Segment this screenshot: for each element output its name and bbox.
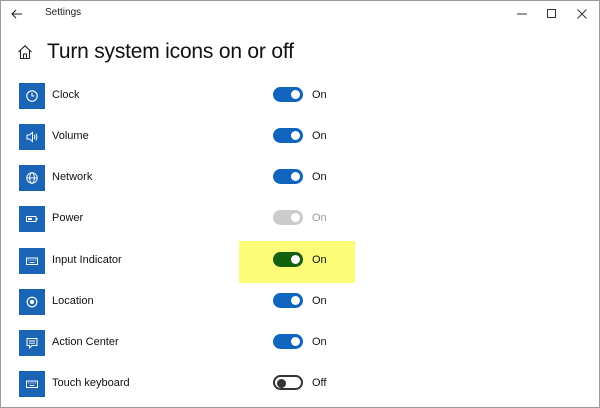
keyboard-icon (19, 248, 45, 274)
toggle-state: On (312, 130, 327, 142)
back-button[interactable] (1, 1, 33, 27)
input-indicator-toggle[interactable] (273, 252, 303, 267)
location-toggle[interactable] (273, 293, 303, 308)
toggle-state: Off (312, 377, 327, 389)
item-label: Input Indicator (52, 254, 122, 266)
close-button[interactable] (565, 1, 599, 27)
item-label: Volume (52, 130, 89, 142)
action-center-icon (19, 330, 45, 356)
minimize-button[interactable] (505, 1, 539, 27)
minimize-icon (517, 13, 527, 15)
network-globe-icon (19, 165, 45, 191)
maximize-icon (547, 9, 556, 18)
close-icon (577, 9, 587, 19)
toggle-state: On (312, 295, 327, 307)
item-label: Clock (52, 89, 80, 101)
list-item-clock: Clock On (19, 83, 439, 113)
touch-keyboard-toggle[interactable] (273, 375, 303, 390)
item-label: Power (52, 212, 84, 224)
touch-keyboard-icon (19, 371, 45, 397)
back-arrow-icon (11, 9, 22, 19)
settings-window: Settings Turn system icons on or off Clo… (0, 0, 600, 408)
battery-icon (19, 206, 45, 232)
page-title: Turn system icons on or off (47, 40, 294, 63)
toggle-state: On (312, 171, 327, 183)
volume-toggle[interactable] (273, 128, 303, 143)
clock-icon (19, 83, 45, 109)
home-icon[interactable] (17, 44, 33, 60)
list-item-volume: Volume On (19, 124, 439, 154)
item-label: Network (52, 171, 93, 183)
window-title: Settings (45, 7, 82, 18)
volume-icon (19, 124, 45, 150)
network-toggle[interactable] (273, 169, 303, 184)
item-label: Action Center (52, 336, 119, 348)
page-header: Turn system icons on or off (17, 37, 294, 67)
list-item-location: Location On (19, 289, 439, 319)
location-icon (19, 289, 45, 315)
item-label: Touch keyboard (52, 377, 130, 389)
list-item-power: Power On (19, 206, 439, 236)
list-item-touch-keyboard: Touch keyboard Off (19, 371, 439, 401)
item-label: Location (52, 295, 94, 307)
action-center-toggle[interactable] (273, 334, 303, 349)
toggle-state: On (312, 336, 327, 348)
toggle-state: On (312, 254, 327, 266)
list-item-input-indicator: Input Indicator On (19, 248, 439, 278)
toggle-state: On (312, 212, 327, 224)
clock-toggle[interactable] (273, 87, 303, 102)
list-item-network: Network On (19, 165, 439, 195)
maximize-button[interactable] (535, 1, 569, 27)
title-bar: Settings (1, 1, 599, 27)
toggle-state: On (312, 89, 327, 101)
power-toggle[interactable] (273, 210, 303, 225)
list-item-action-center: Action Center On (19, 330, 439, 360)
